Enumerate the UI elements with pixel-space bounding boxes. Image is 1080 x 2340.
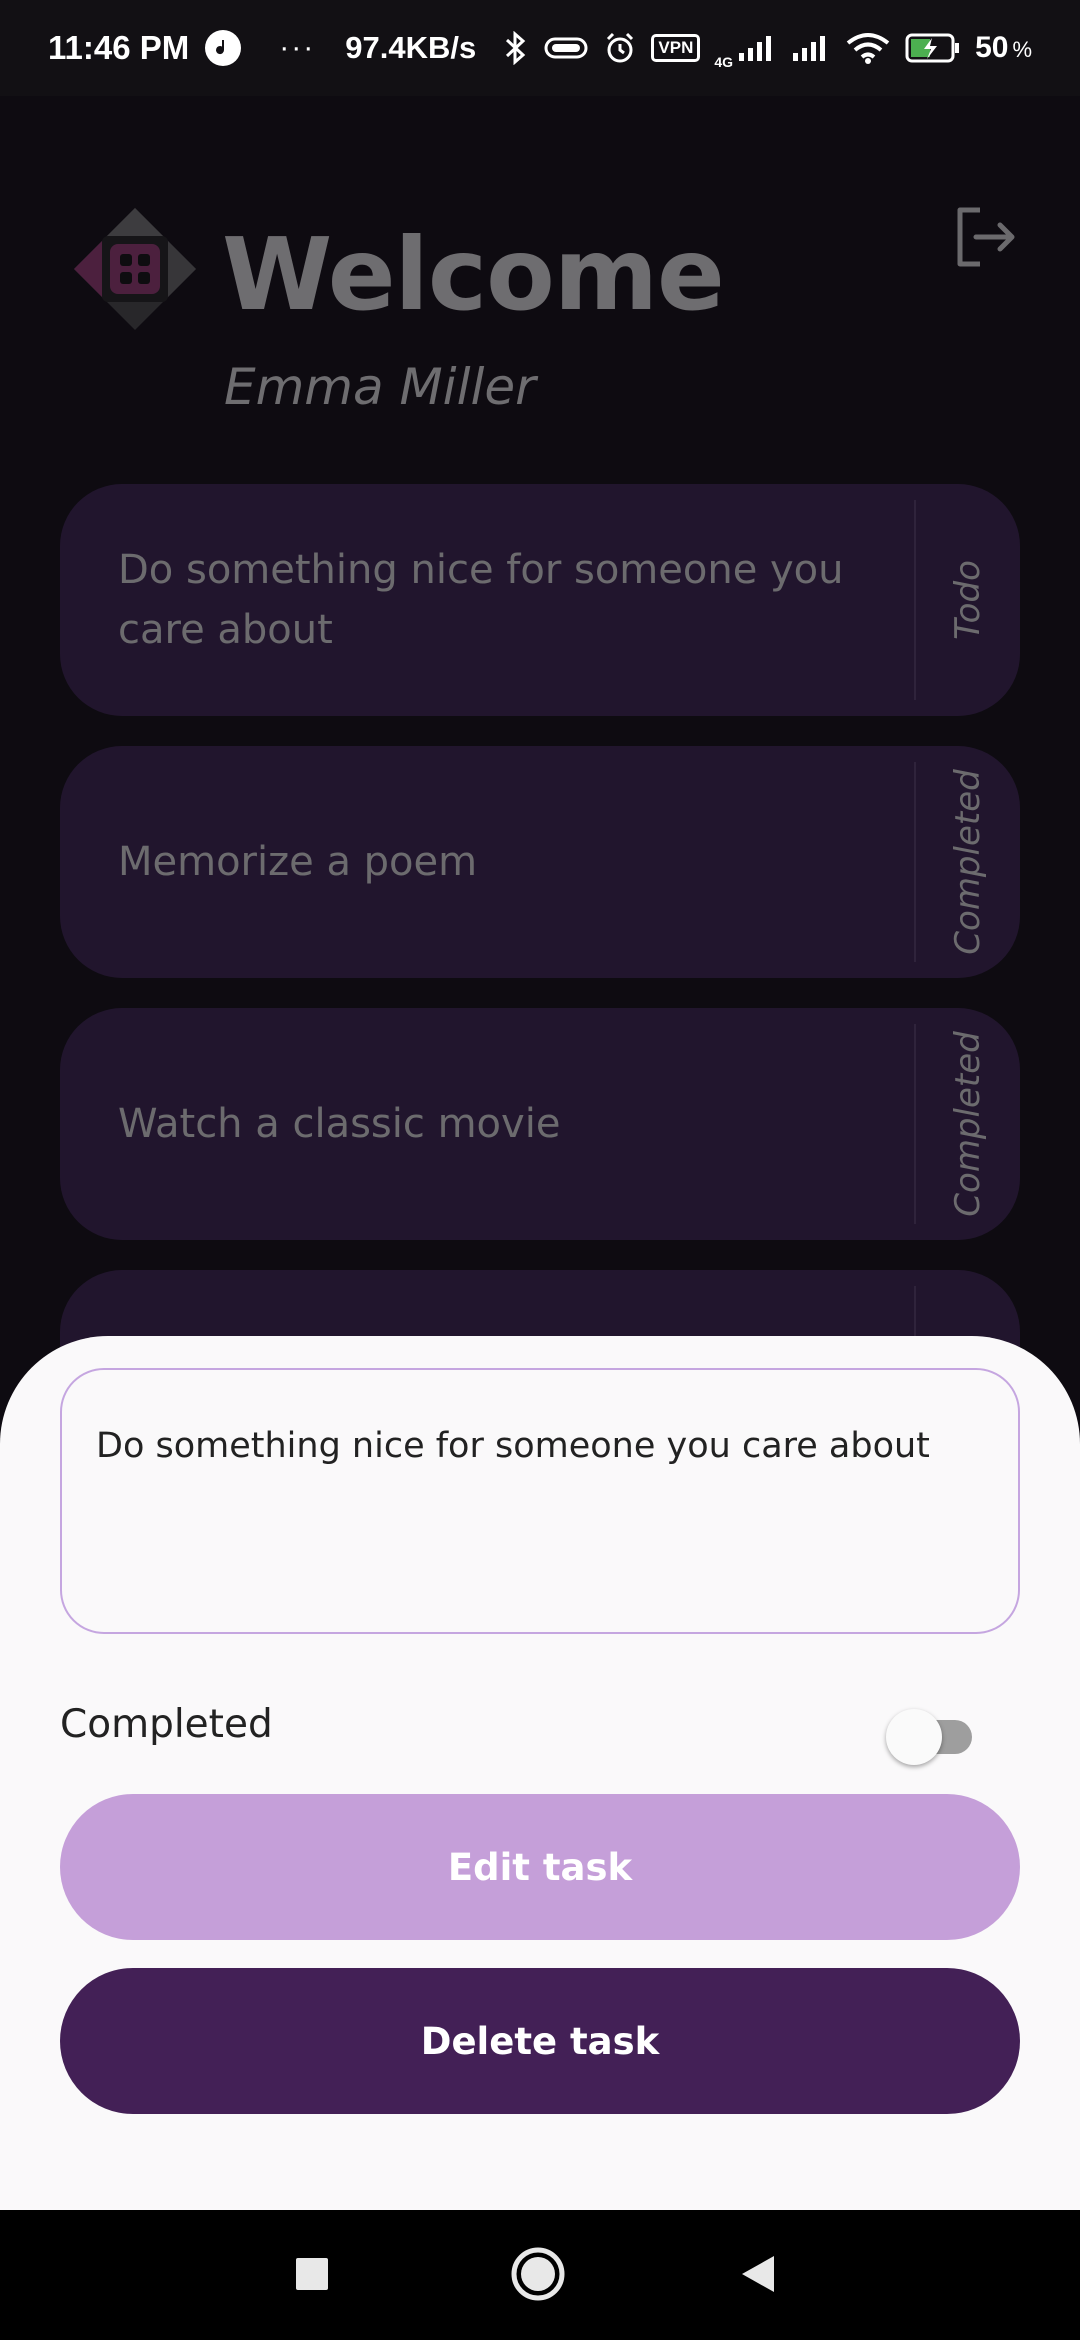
network-speed: 97.4KB/s xyxy=(345,30,477,65)
more-notifications-icon: ··· xyxy=(279,31,316,64)
wifi-icon xyxy=(846,33,890,64)
network-type: 4G xyxy=(714,54,734,70)
battery-charging-icon xyxy=(905,33,960,63)
task-title: Do something nice for someone you care a… xyxy=(118,547,844,653)
music-icon xyxy=(205,30,242,66)
status-time: 11:46 PM xyxy=(48,29,190,66)
toggle-thumb xyxy=(886,1709,942,1765)
home-icon[interactable] xyxy=(508,2244,568,2304)
task-card[interactable]: Memorize a poem Completed xyxy=(60,746,1020,978)
app-logo-icon xyxy=(74,208,196,330)
signal-icon-1 xyxy=(739,36,772,61)
task-card[interactable]: Do something nice for someone you care a… xyxy=(60,484,1020,716)
task-status-label: Todo xyxy=(948,560,988,640)
screen: 11:46 PM ··· 97.4KB/s VPN 4G 50% Welcome… xyxy=(0,0,1080,2340)
edit-task-sheet: Do something nice for someone you care a… xyxy=(0,1336,1080,2210)
task-status-label: Completed xyxy=(948,1031,988,1217)
vpn-icon: VPN xyxy=(651,34,701,62)
task-status: Todo xyxy=(916,484,1020,716)
recents-icon[interactable] xyxy=(282,2244,342,2304)
battery-level: 50 xyxy=(975,31,1009,64)
task-status: Completed xyxy=(916,746,1020,978)
status-icons: VPN 4G 50% xyxy=(503,26,1032,70)
vibrate-icon xyxy=(544,37,588,59)
task-status-label: Completed xyxy=(948,769,988,955)
battery-unit: % xyxy=(1012,37,1032,62)
user-name: Emma Miller xyxy=(224,358,536,416)
completed-toggle[interactable] xyxy=(884,1706,984,1766)
completed-label: Completed xyxy=(60,1702,273,1747)
delete-task-button[interactable]: Delete task xyxy=(60,1968,1020,2114)
navigation-bar xyxy=(0,2210,1080,2340)
signal-icon-2 xyxy=(793,36,826,61)
bluetooth-icon xyxy=(506,31,526,65)
edit-task-button[interactable]: Edit task xyxy=(60,1794,1020,1940)
back-icon[interactable] xyxy=(730,2244,790,2304)
task-status: Completed xyxy=(916,1008,1020,1240)
status-bar: 11:46 PM ··· 97.4KB/s VPN 4G 50% xyxy=(0,0,1080,96)
task-card[interactable]: Watch a classic movie Completed xyxy=(60,1008,1020,1240)
alarm-icon xyxy=(607,32,634,63)
task-title: Memorize a poem xyxy=(118,839,478,885)
task-text-field[interactable]: Do something nice for someone you care a… xyxy=(60,1368,1020,1634)
welcome-title: Welcome xyxy=(222,216,725,333)
task-title: Watch a classic movie xyxy=(118,1101,561,1147)
logout-icon[interactable] xyxy=(950,202,1020,272)
